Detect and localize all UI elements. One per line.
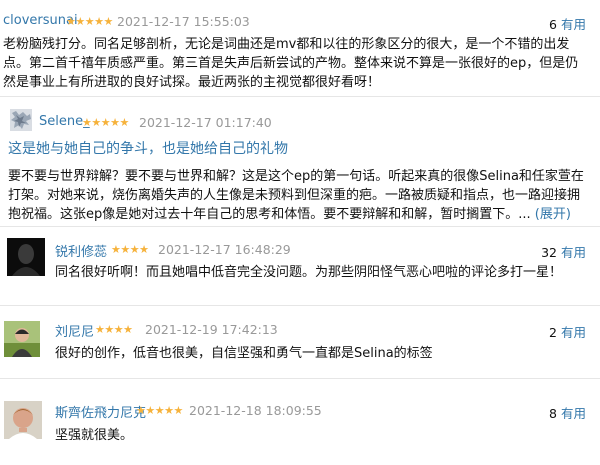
rating-stars: ★★★★	[111, 243, 149, 256]
vote-count: 6	[549, 17, 557, 32]
vote-count: 8	[549, 406, 557, 421]
review-username[interactable]: 刘尼尼	[55, 321, 94, 340]
helpful-button[interactable]: 有用	[561, 406, 586, 421]
review-item: Selene_ ★★★★★ 2021-12-17 01:17:40 这是她与她自…	[0, 97, 600, 227]
rating-stars: ★★★★★	[82, 116, 129, 129]
avatar[interactable]	[7, 238, 45, 276]
helpful-button[interactable]: 有用	[561, 325, 586, 340]
review-text-content: 要不要与世界辩解？要不要与世界和解？这是这个ep的第一句话。听起来真的很像Sel…	[8, 169, 584, 222]
rating-stars: ★★★★★	[136, 404, 183, 417]
review-date: 2021-12-18 18:09:55	[189, 403, 322, 418]
helpful-votes: 2 有用	[549, 322, 586, 341]
review-date: 2021-12-17 15:55:03	[117, 14, 250, 29]
review-username[interactable]: 斯齊佐飛力尼克	[55, 402, 146, 421]
review-text: 坚强就很美。	[55, 428, 134, 443]
review-item: cloversunai ★★★★★ 2021-12-17 15:55:03 6 …	[0, 0, 600, 90]
vote-count: 32	[541, 245, 557, 260]
review-item: 刘尼尼 ★★★★ 2021-12-19 17:42:13 2 有用 很好的创作，…	[0, 306, 600, 371]
avatar[interactable]	[4, 321, 40, 357]
review-item: 斯齊佐飛力尼克 ★★★★★ 2021-12-18 18:09:55 8 有用 坚…	[0, 379, 600, 465]
review-date: 2021-12-17 01:17:40	[139, 115, 272, 130]
helpful-votes: 32 有用	[541, 242, 586, 261]
review-item: 锐利修蕊 ★★★★ 2021-12-17 16:48:29 32 有用 同名很好…	[0, 227, 600, 302]
user-avatar-icon	[4, 321, 40, 357]
user-avatar-icon	[10, 109, 32, 131]
helpful-button[interactable]: 有用	[561, 17, 586, 32]
review-text: 要不要与世界辩解？要不要与世界和解？这是这个ep的第一句话。听起来真的很像Sel…	[8, 167, 590, 224]
rating-stars: ★★★★★	[66, 15, 113, 28]
avatar[interactable]	[10, 109, 32, 131]
expand-link[interactable]: (展开)	[535, 207, 571, 222]
helpful-votes: 8 有用	[549, 403, 586, 422]
review-text: 老粉脑残打分。同名足够剖析，无论是词曲还是mv都和以往的形象区分的很大，是一个不…	[3, 37, 579, 90]
review-username[interactable]: 锐利修蕊	[55, 241, 107, 260]
helpful-button[interactable]: 有用	[561, 245, 586, 260]
review-text: 很好的创作，低音也很美，自信坚强和勇气一直都是Selina的标签	[55, 346, 433, 361]
vote-count: 2	[549, 325, 557, 340]
review-title[interactable]: 这是她与她自己的争斗，也是她给自己的礼物	[8, 138, 288, 158]
review-date: 2021-12-17 16:48:29	[158, 242, 291, 257]
review-text: 同名很好听啊！而且她唱中低音完全没问题。为那些阴阳怪气恶心吧啦的评论多打一星！	[55, 265, 563, 280]
avatar[interactable]	[4, 401, 42, 439]
user-avatar-icon	[4, 401, 42, 439]
review-date: 2021-12-19 17:42:13	[145, 322, 278, 337]
helpful-votes: 6 有用	[549, 14, 586, 33]
rating-stars: ★★★★	[95, 323, 133, 336]
user-avatar-icon	[7, 238, 45, 276]
